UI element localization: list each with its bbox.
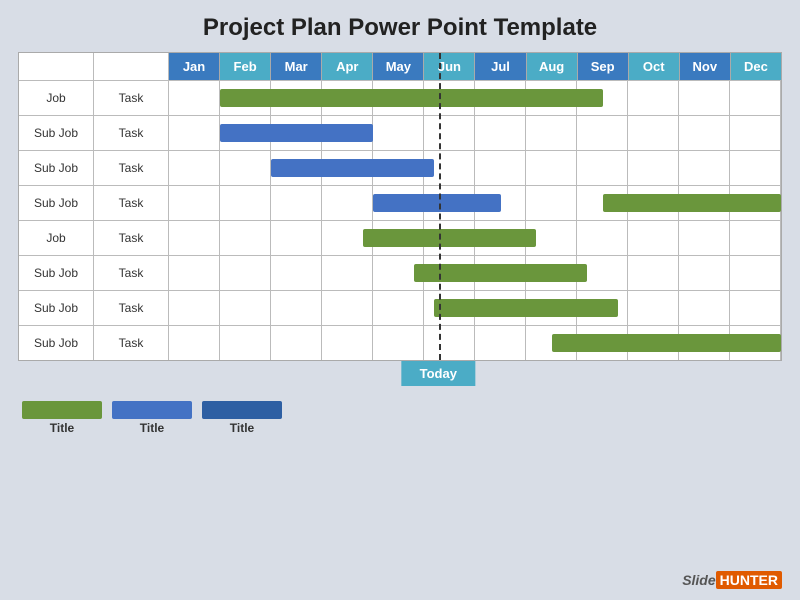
month-header-aug: Aug — [527, 53, 578, 80]
row-months — [169, 256, 781, 290]
row-job-label: Sub Job — [19, 256, 94, 290]
gantt-row: Sub JobTask — [19, 325, 781, 360]
legend-item: Title — [22, 401, 102, 435]
row-job-label: Job — [19, 81, 94, 115]
row-task-label: Task — [94, 151, 169, 185]
row-months — [169, 326, 781, 360]
row-job-label: Sub Job — [19, 186, 94, 220]
gantt-row: Sub JobTask — [19, 115, 781, 150]
gantt-chart: JanFebMarAprMayJunJulAugSepOctNovDec Job… — [18, 52, 782, 361]
row-task-label: Task — [94, 256, 169, 290]
month-header-feb: Feb — [220, 53, 271, 80]
row-months — [169, 186, 781, 220]
legend-swatch — [202, 401, 282, 419]
logo-slide: Slide — [682, 572, 715, 588]
row-job-label: Sub Job — [19, 326, 94, 360]
row-task-label: Task — [94, 186, 169, 220]
row-job-label: Sub Job — [19, 291, 94, 325]
row-job-label: Sub Job — [19, 151, 94, 185]
legend-label: Title — [50, 421, 74, 435]
month-header-dec: Dec — [731, 53, 781, 80]
today-label-months: Today — [168, 361, 782, 393]
row-months — [169, 116, 781, 150]
month-header-jan: Jan — [169, 53, 220, 80]
row-task-label: Task — [94, 81, 169, 115]
legend-label: Title — [230, 421, 254, 435]
today-badge: Today — [402, 361, 475, 386]
row-months — [169, 221, 781, 255]
row-task-label: Task — [94, 326, 169, 360]
month-header-sep: Sep — [578, 53, 629, 80]
row-job-label: Sub Job — [19, 116, 94, 150]
month-header-jul: Jul — [475, 53, 526, 80]
gantt-header: JanFebMarAprMayJunJulAugSepOctNovDec — [19, 53, 781, 80]
gantt-rows: JobTaskSub JobTaskSub JobTaskSub JobTask… — [19, 80, 781, 360]
legend-swatch — [112, 401, 192, 419]
slidehunter-logo: SlideHUNTER — [682, 572, 782, 588]
legend-swatch — [22, 401, 102, 419]
gantt-row: Sub JobTask — [19, 255, 781, 290]
row-task-label: Task — [94, 291, 169, 325]
month-header-nov: Nov — [680, 53, 731, 80]
gantt-row: Sub JobTask — [19, 290, 781, 325]
row-job-label: Job — [19, 221, 94, 255]
page-title: Project Plan Power Point Template — [18, 14, 782, 42]
month-header-jun: Jun — [424, 53, 475, 80]
today-label-area: Today — [18, 361, 782, 393]
legend: Title Title Title — [18, 401, 782, 435]
logo-hunter: HUNTER — [716, 571, 782, 589]
gantt-row: JobTask — [19, 220, 781, 255]
gantt-row: Sub JobTask — [19, 185, 781, 220]
legend-item: Title — [202, 401, 282, 435]
row-months — [169, 151, 781, 185]
month-headers: JanFebMarAprMayJunJulAugSepOctNovDec — [169, 53, 781, 80]
gantt-row: Sub JobTask — [19, 150, 781, 185]
gantt-row: JobTask — [19, 80, 781, 115]
row-task-label: Task — [94, 116, 169, 150]
month-header-apr: Apr — [322, 53, 373, 80]
legend-label: Title — [140, 421, 164, 435]
row-task-label: Task — [94, 221, 169, 255]
legend-item: Title — [112, 401, 192, 435]
month-header-mar: Mar — [271, 53, 322, 80]
month-header-oct: Oct — [629, 53, 680, 80]
month-header-may: May — [373, 53, 424, 80]
row-months — [169, 81, 781, 115]
row-months — [169, 291, 781, 325]
